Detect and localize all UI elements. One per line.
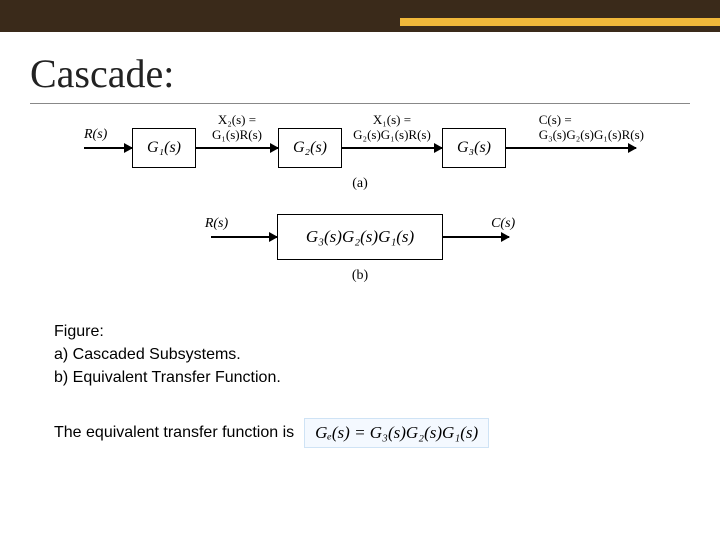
input-label-b: R(s) [205, 216, 228, 232]
signal-x1-label: X₁(s) =G₂(s)G₁(s)R(s) [292, 113, 492, 143]
arrow-icon [342, 147, 442, 149]
block-equivalent: G₃(s)G₂(s)G₁(s) [277, 214, 443, 260]
arrow-icon [84, 147, 132, 149]
output-label-b: C(s) [491, 216, 515, 232]
header-accent-block [400, 0, 720, 32]
slide-header-bar [0, 0, 720, 32]
arrow-icon [211, 236, 277, 238]
diagram-a-label: (a) [30, 176, 690, 192]
equation-row: The equivalent transfer function is Gₑ(s… [54, 418, 690, 448]
header-brown-left [0, 0, 400, 32]
arrow-icon [443, 236, 509, 238]
caption-line-2: a) Cascaded Subsystems. [54, 343, 690, 366]
title-rule [30, 103, 690, 104]
arrow-icon [196, 147, 278, 149]
diagram-b: R(s) G₃(s)G₂(s)G₁(s) C(s) (b) [30, 214, 690, 284]
arrow-icon [506, 147, 636, 149]
output-label-a: C(s) =G₃(s)G₂(s)G₁(s)R(s) [539, 113, 644, 143]
diagram-b-label: (b) [30, 268, 690, 284]
caption-line-1: Figure: [54, 320, 690, 343]
slide-title: Cascade: [30, 50, 690, 97]
diagram-a: R(s) G₁(s) X₂(s) =G₁(s)R(s) G₂(s) X₁(s) … [30, 128, 690, 192]
caption-line-3: b) Equivalent Transfer Function. [54, 366, 690, 389]
input-label-a: R(s) [84, 127, 107, 143]
equation-box: Gₑ(s) = G₃(s)G₂(s)G₁(s) [304, 418, 489, 448]
equation-lead-text: The equivalent transfer function is [54, 424, 294, 442]
figure-caption: Figure: a) Cascaded Subsystems. b) Equiv… [54, 320, 690, 390]
